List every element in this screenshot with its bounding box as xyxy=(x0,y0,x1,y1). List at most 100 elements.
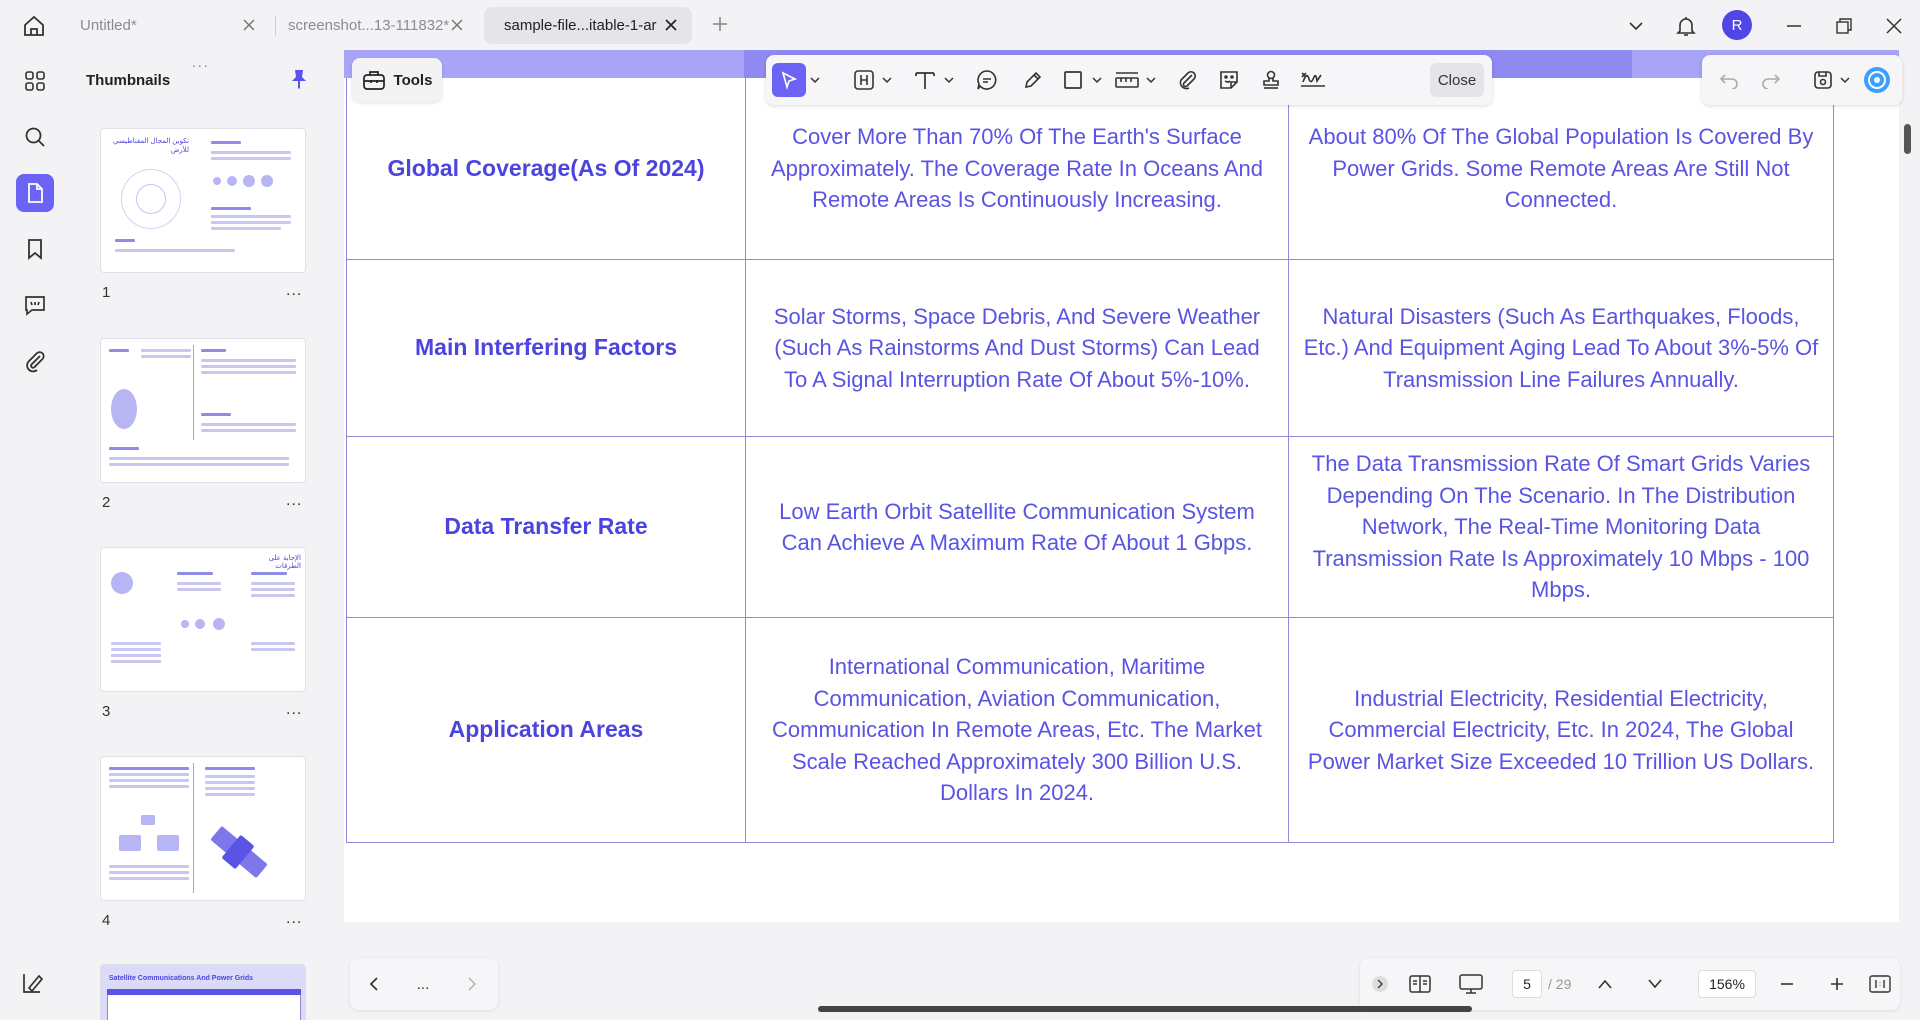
thumbnail-page-3[interactable]: الإجابة على الطرقات xyxy=(100,547,306,692)
chevron-down-icon[interactable] xyxy=(808,63,822,97)
tab-label: sample-file...itable-1-ar xyxy=(504,17,657,34)
close-window-icon[interactable] xyxy=(1880,12,1908,40)
thumbnail-line xyxy=(111,660,161,663)
sticker-tool-icon[interactable] xyxy=(1214,63,1244,97)
thumbnail-more-button[interactable]: ... xyxy=(286,910,302,928)
thumbnail-line xyxy=(251,572,287,575)
thumbnail-figure xyxy=(181,620,189,628)
thumbnail-page-4[interactable] xyxy=(100,756,306,901)
thumbnail-line xyxy=(251,588,295,591)
select-tool-icon[interactable] xyxy=(772,63,806,97)
page-down-icon[interactable] xyxy=(1642,970,1668,998)
signature-tool-icon[interactable] xyxy=(1296,63,1330,97)
tab-screenshot[interactable]: screenshot...13-111832* xyxy=(268,7,478,44)
thumbnail-line xyxy=(201,423,296,426)
pin-icon[interactable] xyxy=(288,68,312,92)
chevron-down-icon[interactable] xyxy=(1838,63,1852,97)
page-layout-icon[interactable] xyxy=(1406,970,1434,998)
presentation-icon[interactable] xyxy=(1456,970,1486,998)
thumbnail-line xyxy=(211,141,241,144)
search-icon[interactable] xyxy=(16,118,54,156)
comment-tool-icon[interactable] xyxy=(972,63,1002,97)
thumbnail-figure xyxy=(141,815,155,825)
zoom-in-icon[interactable] xyxy=(1824,970,1850,998)
row-header-application-areas: Application Areas xyxy=(346,617,746,843)
thumbnail-line xyxy=(109,773,189,776)
actual-size-icon[interactable] xyxy=(1866,970,1894,998)
thumbnails-icon[interactable] xyxy=(16,174,54,212)
restore-icon[interactable] xyxy=(1830,12,1858,40)
thumbnail-more-button[interactable]: ... xyxy=(286,492,302,510)
page-up-icon[interactable] xyxy=(1592,970,1618,998)
thumbnail-page-2[interactable] xyxy=(100,338,306,483)
avatar[interactable]: R xyxy=(1722,10,1752,40)
annotation-toolbar: Close xyxy=(766,55,1492,105)
thumbnail-heading: Satellite Communications And Power Grids xyxy=(109,975,254,982)
document-viewport[interactable]: Global Coverage(As Of 2024) Cover More T… xyxy=(344,50,1899,950)
thumbnail-figure xyxy=(195,619,205,629)
close-toolbar-button[interactable]: Close xyxy=(1430,63,1484,97)
attachment-icon[interactable] xyxy=(16,342,54,380)
thumbnail-heading: الإجابة على الطرقات xyxy=(268,555,301,570)
thumbnail-table-header xyxy=(107,989,301,995)
highlight-tool-icon[interactable] xyxy=(850,63,878,97)
ai-assistant-icon[interactable] xyxy=(1862,63,1892,97)
thumbnail-figure xyxy=(227,176,237,186)
measure-tool-icon[interactable] xyxy=(1112,63,1142,97)
vertical-scrollbar[interactable] xyxy=(1904,124,1911,154)
current-page-input[interactable]: 5 xyxy=(1512,970,1542,998)
thumbnail-line xyxy=(251,594,295,597)
close-icon[interactable] xyxy=(662,16,680,34)
close-icon[interactable] xyxy=(240,16,258,34)
thumbnail-page-1[interactable]: تكوين المجال المغناطيسي للأرض xyxy=(100,128,306,273)
tab-untitled[interactable]: Untitled* xyxy=(60,7,270,44)
shape-tool-icon[interactable] xyxy=(1058,63,1088,97)
bookmark-icon[interactable] xyxy=(16,230,54,268)
thumbnail-page-5[interactable]: Satellite Communications And Power Grids xyxy=(100,964,306,1020)
redo-icon[interactable] xyxy=(1758,63,1784,97)
comments-icon[interactable] xyxy=(16,286,54,324)
tools-label: Tools xyxy=(393,71,433,89)
close-icon[interactable] xyxy=(448,16,466,34)
sidebar-settings-icon[interactable] xyxy=(20,970,48,998)
cell-satellite-data-transfer-rate: Low Earth Orbit Satellite Communication … xyxy=(745,436,1289,618)
thumbnails-panel: ... Thumbnails تكوين المجال المغناطيسي ل… xyxy=(70,50,340,1020)
bell-icon[interactable] xyxy=(1672,12,1700,40)
horizontal-scrollbar[interactable] xyxy=(818,1006,1472,1012)
thumbnail-line xyxy=(109,767,189,770)
previous-page-icon[interactable] xyxy=(360,970,388,998)
thumbnail-more-button[interactable]: ... xyxy=(286,282,302,300)
thumbnail-page-number: 4 xyxy=(102,912,111,929)
apps-grid-icon[interactable] xyxy=(16,62,54,100)
next-page-icon[interactable] xyxy=(458,970,486,998)
pen-tool-icon[interactable] xyxy=(1018,63,1048,97)
minimize-icon[interactable] xyxy=(1780,12,1808,40)
thumbnail-line xyxy=(211,227,281,230)
collapse-arrow-icon[interactable] xyxy=(1370,970,1390,998)
thumbnail-line xyxy=(141,349,191,352)
thumbnail-line xyxy=(109,785,189,788)
zoom-level[interactable]: 156% xyxy=(1698,970,1756,998)
tools-button[interactable]: Tools xyxy=(352,58,442,102)
chevron-down-icon[interactable] xyxy=(942,63,956,97)
thumbnail-figure xyxy=(157,835,179,851)
stamp-tool-icon[interactable] xyxy=(1256,63,1286,97)
chevron-down-icon[interactable] xyxy=(1622,12,1650,40)
save-icon[interactable] xyxy=(1810,63,1836,97)
more-options-button[interactable]: ... xyxy=(408,970,438,998)
chevron-down-icon[interactable] xyxy=(1090,63,1104,97)
tab-sample-file[interactable]: sample-file...itable-1-ar xyxy=(484,7,692,44)
thumbnail-line xyxy=(201,365,296,368)
undo-icon[interactable] xyxy=(1716,63,1742,97)
new-tab-icon[interactable] xyxy=(708,12,732,36)
thumbnail-line xyxy=(111,642,161,645)
text-tool-icon[interactable] xyxy=(910,63,940,97)
thumbnail-more-button[interactable]: ... xyxy=(286,701,302,719)
home-icon[interactable] xyxy=(20,12,48,40)
chevron-down-icon[interactable] xyxy=(880,63,894,97)
chevron-down-icon[interactable] xyxy=(1144,63,1158,97)
cell-satellite-interfering-factors: Solar Storms, Space Debris, And Severe W… xyxy=(745,259,1289,437)
resize-grip[interactable]: ... xyxy=(192,54,210,70)
zoom-out-icon[interactable] xyxy=(1774,970,1800,998)
attach-tool-icon[interactable] xyxy=(1172,63,1202,97)
